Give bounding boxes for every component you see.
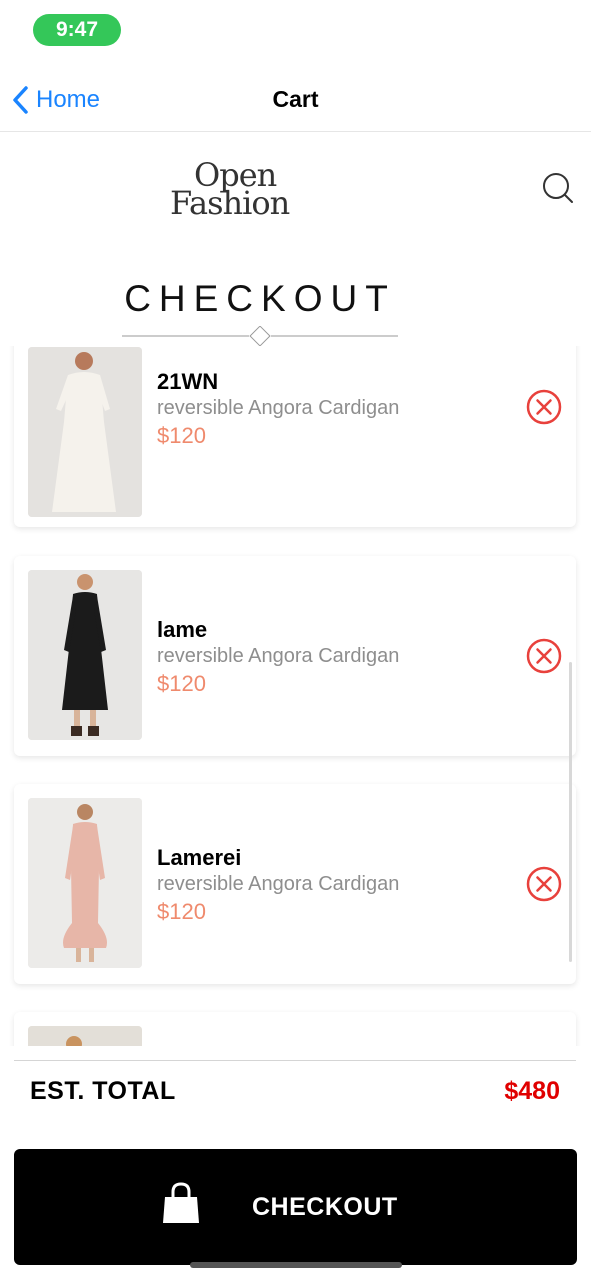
cart-item-card	[14, 1012, 576, 1046]
remove-item-icon[interactable]	[526, 866, 562, 902]
brand-logo: Open Fashion	[160, 156, 330, 224]
product-image	[28, 798, 142, 968]
pink-dress-image	[28, 798, 142, 968]
cart-items-list[interactable]: 21WN reversible Angora Cardigan $120 lam…	[0, 346, 591, 1046]
product-image	[28, 1026, 142, 1046]
item-description: reversible Angora Cardigan	[157, 645, 400, 667]
item-price: $120	[157, 423, 206, 448]
item-price: $120	[157, 671, 206, 696]
search-icon[interactable]	[540, 170, 576, 206]
product-image	[28, 347, 142, 517]
total-value: $480	[504, 1077, 560, 1105]
product-photo	[28, 1026, 142, 1046]
remove-item-icon[interactable]	[526, 638, 562, 674]
cart-item-card: lame reversible Angora Cardigan $120	[14, 556, 576, 756]
page-title: Cart	[272, 86, 319, 112]
home-indicator	[190, 1262, 402, 1268]
product-image	[28, 570, 142, 740]
white-dress-image	[28, 347, 142, 517]
item-description: reversible Angora Cardigan	[157, 397, 400, 419]
order-summary: EST. TOTAL $480	[14, 1060, 576, 1122]
divider-ornament	[122, 326, 398, 346]
checkout-label: CHECKOUT	[252, 1193, 398, 1221]
checkout-button[interactable]: CHECKOUT	[14, 1149, 577, 1265]
total-label: EST. TOTAL	[30, 1077, 176, 1105]
black-dress-image	[28, 570, 142, 740]
navigation-bar: Home Cart	[0, 70, 591, 132]
shopping-bag-icon	[163, 1182, 199, 1223]
status-time: 9:47	[33, 14, 121, 46]
cart-item-card: Lamerei reversible Angora Cardigan $120	[14, 784, 576, 984]
item-brand: 21WN	[157, 369, 219, 394]
remove-item-icon[interactable]	[526, 389, 562, 425]
section-title: CHECKOUT	[124, 278, 396, 319]
brand-logo-line2: Fashion	[170, 184, 290, 222]
cart-item-card: 21WN reversible Angora Cardigan $120	[14, 346, 576, 527]
item-description: reversible Angora Cardigan	[157, 873, 400, 895]
item-brand: lame	[157, 617, 208, 642]
item-brand: Lamerei	[157, 845, 242, 870]
scrollbar[interactable]	[569, 662, 572, 962]
item-price: $120	[157, 899, 206, 924]
